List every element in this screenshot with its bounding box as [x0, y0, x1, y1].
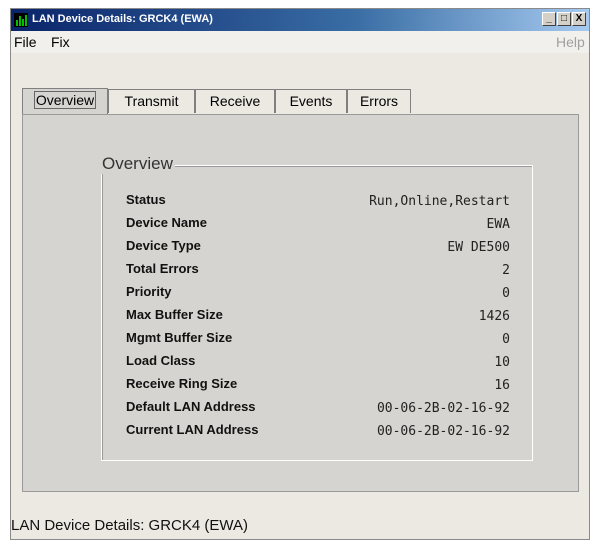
tab-receive[interactable]: Receive [195, 89, 275, 113]
tab-events[interactable]: Events [275, 89, 347, 113]
tab-transmit[interactable]: Transmit [108, 89, 195, 113]
maximize-button[interactable]: □ [557, 12, 571, 26]
detail-row-load-class: Load Class 10 [126, 350, 510, 373]
priority-label: Priority [126, 284, 172, 299]
detail-row-status: Status Run,Online,Restart [126, 189, 510, 212]
mgmt-buffer-size-value: 0 [502, 332, 510, 347]
device-name-label: Device Name [126, 215, 207, 230]
device-type-label: Device Type [126, 238, 201, 253]
overview-panel: Overview Status Run,Online,Restart Devic… [22, 114, 579, 492]
tab-overview[interactable]: Overview [22, 88, 108, 114]
detail-row-current-lan-address: Current LAN Address 00-06-2B-02-16-92 [126, 419, 510, 442]
detail-row-default-lan-address: Default LAN Address 00-06-2B-02-16-92 [126, 396, 510, 419]
default-lan-address-value: 00-06-2B-02-16-92 [376, 401, 510, 416]
default-lan-address-label: Default LAN Address [126, 399, 256, 414]
window-title: LAN Device Details: GRCK4 (EWA) [32, 13, 213, 25]
tab-overview-label: Overview [33, 91, 97, 109]
detail-row-mgmt-buffer-size: Mgmt Buffer Size 0 [126, 327, 510, 350]
current-lan-address-label: Current LAN Address [126, 422, 259, 437]
mgmt-buffer-size-label: Mgmt Buffer Size [126, 330, 233, 345]
title-bar[interactable]: LAN Device Details: GRCK4 (EWA) _ □ X [11, 9, 589, 31]
status-bar: LAN Device Details: GRCK4 (EWA) [11, 517, 248, 534]
receive-ring-size-label: Receive Ring Size [126, 376, 238, 391]
tab-errors[interactable]: Errors [347, 89, 411, 113]
detail-row-total-errors: Total Errors 2 [126, 258, 510, 281]
detail-row-device-name: Device Name EWA [126, 212, 510, 235]
max-buffer-size-value: 1426 [478, 309, 510, 324]
overview-group: Overview Status Run,Online,Restart Devic… [100, 154, 533, 461]
close-button[interactable]: X [572, 12, 586, 26]
load-class-value: 10 [494, 355, 510, 370]
device-type-value: EW DE500 [447, 240, 510, 255]
detail-row-max-buffer-size: Max Buffer Size 1426 [126, 304, 510, 327]
menu-bar: File Fix Help [11, 31, 589, 53]
status-value: Run,Online,Restart [369, 194, 510, 209]
menu-file[interactable]: File [14, 34, 37, 50]
detail-row-receive-ring-size: Receive Ring Size 16 [126, 373, 510, 396]
detail-row-device-type: Device Type EW DE500 [126, 235, 510, 258]
load-class-label: Load Class [126, 353, 196, 368]
max-buffer-size-label: Max Buffer Size [126, 307, 223, 322]
receive-ring-size-value: 16 [494, 378, 510, 393]
detail-row-priority: Priority 0 [126, 281, 510, 304]
app-icon [14, 13, 28, 27]
lan-device-details-window: LAN Device Details: GRCK4 (EWA) _ □ X Fi… [10, 8, 590, 540]
menu-fix[interactable]: Fix [51, 34, 70, 50]
total-errors-value: 2 [502, 263, 510, 278]
menu-help[interactable]: Help [556, 34, 585, 50]
status-label: Status [126, 192, 166, 207]
current-lan-address-value: 00-06-2B-02-16-92 [376, 424, 510, 439]
total-errors-label: Total Errors [126, 261, 199, 276]
priority-value: 0 [502, 286, 510, 301]
device-name-value: EWA [486, 217, 510, 232]
group-title: Overview [100, 154, 175, 174]
minimize-button[interactable]: _ [542, 12, 556, 26]
